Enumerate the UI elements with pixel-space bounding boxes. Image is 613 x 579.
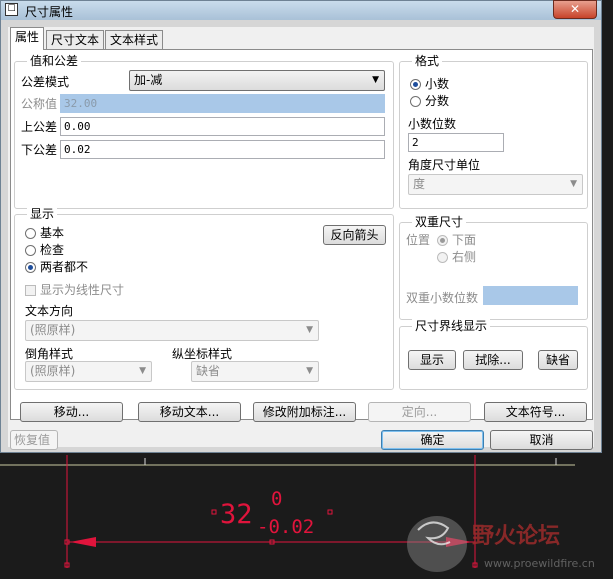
ordinate-style-select: 缺省 ▼ xyxy=(191,361,319,382)
angle-unit-select: 度 ▼ xyxy=(408,174,583,195)
ordinate-style-value: 缺省 xyxy=(196,364,221,378)
tolerance-mode-label: 公差模式 xyxy=(21,75,70,89)
watermark-title: 野火论坛 xyxy=(472,523,560,549)
chevron-down-icon: ▼ xyxy=(306,325,313,335)
value-tolerance-group: 值和公差 公差模式 加-减 ▼ 公称值 32.00 上公差 0.00 下公差 0… xyxy=(14,54,394,209)
decimal-radio[interactable] xyxy=(410,79,421,90)
watermark-url: www.proewildfire.cn xyxy=(484,557,595,570)
ok-button[interactable]: 确定 xyxy=(381,430,484,450)
show-witness-button[interactable]: 显示 xyxy=(408,350,456,370)
close-icon: ✕ xyxy=(569,2,581,16)
orient-button: 定向... xyxy=(368,402,471,422)
title-bar[interactable]: ☐ 尺寸属性 ✕ xyxy=(1,0,601,20)
cad-drawing-canvas[interactable]: 32 0 -0.02 野火论坛 www.proewildfire.cn xyxy=(0,453,613,579)
nominal-value-field: 32.00 xyxy=(60,94,385,113)
lower-tolerance-field[interactable]: 0.02 xyxy=(60,140,385,159)
chevron-down-icon: ▼ xyxy=(306,366,313,376)
tab-text-style[interactable]: 文本样式 xyxy=(105,30,164,49)
forum-watermark: 野火论坛 www.proewildfire.cn xyxy=(407,516,595,572)
tab-properties[interactable]: 属性 xyxy=(10,27,45,50)
dimension-properties-dialog: ☐ 尺寸属性 ✕ 属性 尺寸文本 文本样式 值和公差 公差模式 加-减 ▼ 公称… xyxy=(0,0,602,453)
tab-dimension-text[interactable]: 尺寸文本 xyxy=(46,30,105,49)
flip-arrows-button[interactable]: 反向箭头 xyxy=(323,225,386,245)
linear-checkbox xyxy=(25,285,36,296)
chamfer-style-label: 倒角样式 xyxy=(25,347,74,361)
value-tolerance-title: 值和公差 xyxy=(27,54,82,68)
tolerance-upper-text: 0 xyxy=(271,488,282,510)
witness-line-group: 尺寸界线显示 显示 拭除... 缺省 xyxy=(399,319,588,390)
dual-decimals-field xyxy=(483,286,578,305)
neither-radio[interactable] xyxy=(25,262,36,273)
text-orientation-value: (照原样) xyxy=(30,323,76,337)
witness-line-title: 尺寸界线显示 xyxy=(412,319,491,333)
text-grip-point xyxy=(327,509,333,515)
position-label: 位置 xyxy=(406,233,431,247)
display-group: 显示 基本 检查 两者都不 反向箭头 显示为线性尺寸 文本方向 (照原样) ▼ … xyxy=(14,207,394,390)
upper-tolerance-field[interactable]: 0.00 xyxy=(60,117,385,136)
angle-unit-label: 角度尺寸单位 xyxy=(408,158,481,172)
inspect-radio[interactable] xyxy=(25,245,36,256)
right-label: 右侧 xyxy=(452,250,477,264)
properties-panel: 值和公差 公差模式 加-减 ▼ 公称值 32.00 上公差 0.00 下公差 0… xyxy=(10,49,593,420)
decimal-places-label: 小数位数 xyxy=(408,117,457,131)
inspect-label: 检查 xyxy=(40,243,65,257)
tolerance-lower-text: -0.02 xyxy=(257,516,314,538)
chamfer-style-value: (照原样) xyxy=(30,364,76,378)
display-title: 显示 xyxy=(27,207,58,221)
dimension-value-text[interactable]: 32 xyxy=(220,499,253,530)
below-radio xyxy=(437,235,448,246)
move-button[interactable]: 移动... xyxy=(20,402,123,422)
close-button[interactable]: ✕ xyxy=(553,0,597,19)
text-symbol-button[interactable]: 文本符号... xyxy=(484,402,587,422)
right-radio xyxy=(437,252,448,263)
chevron-down-icon: ▼ xyxy=(139,366,146,376)
upper-tolerance-label: 上公差 xyxy=(21,120,58,134)
nominal-label: 公称值 xyxy=(21,97,58,111)
arrowhead-left xyxy=(70,537,96,547)
tolerance-mode-select[interactable]: 加-减 ▼ xyxy=(129,70,385,91)
dialog-title: 尺寸属性 xyxy=(25,5,74,19)
neither-label: 两者都不 xyxy=(40,260,89,274)
angle-unit-value: 度 xyxy=(413,177,426,191)
default-witness-button[interactable]: 缺省 xyxy=(538,350,578,370)
format-title: 格式 xyxy=(412,54,443,68)
text-grip-point xyxy=(211,509,217,515)
fraction-radio[interactable] xyxy=(410,96,421,107)
dual-dimension-title: 双重尺寸 xyxy=(412,215,467,229)
fraction-label: 分数 xyxy=(425,94,450,108)
format-group: 格式 小数 分数 小数位数 2 角度尺寸单位 度 ▼ xyxy=(399,54,588,209)
cancel-button[interactable]: 取消 xyxy=(490,430,593,450)
chevron-down-icon: ▼ xyxy=(372,75,379,85)
basic-label: 基本 xyxy=(40,226,65,240)
erase-witness-button[interactable]: 拭除... xyxy=(463,350,523,370)
move-text-button[interactable]: 移动文本... xyxy=(138,402,241,422)
dual-dimension-group: 双重尺寸 位置 下面 右侧 双重小数位数 xyxy=(399,215,588,320)
ordinate-style-label: 纵坐标样式 xyxy=(172,347,233,361)
chevron-down-icon: ▼ xyxy=(570,179,577,189)
chamfer-style-select: (照原样) ▼ xyxy=(25,361,152,382)
tolerance-mode-value: 加-减 xyxy=(134,73,163,87)
below-label: 下面 xyxy=(452,233,477,247)
decimal-label: 小数 xyxy=(425,77,450,91)
edit-attachment-button[interactable]: 修改附加标注... xyxy=(253,402,356,422)
basic-radio[interactable] xyxy=(25,228,36,239)
text-orientation-select: (照原样) ▼ xyxy=(25,320,319,341)
lower-tolerance-label: 下公差 xyxy=(21,143,58,157)
restore-values-button: 恢复值 xyxy=(10,430,58,450)
dual-decimals-label: 双重小数位数 xyxy=(406,291,479,305)
linear-label: 显示为线性尺寸 xyxy=(40,283,125,297)
dialog-app-icon: ☐ xyxy=(5,3,18,16)
dialog-client: 属性 尺寸文本 文本样式 值和公差 公差模式 加-减 ▼ 公称值 32.00 上… xyxy=(8,27,594,450)
text-orientation-label: 文本方向 xyxy=(25,304,74,318)
decimal-places-field[interactable]: 2 xyxy=(408,133,504,152)
